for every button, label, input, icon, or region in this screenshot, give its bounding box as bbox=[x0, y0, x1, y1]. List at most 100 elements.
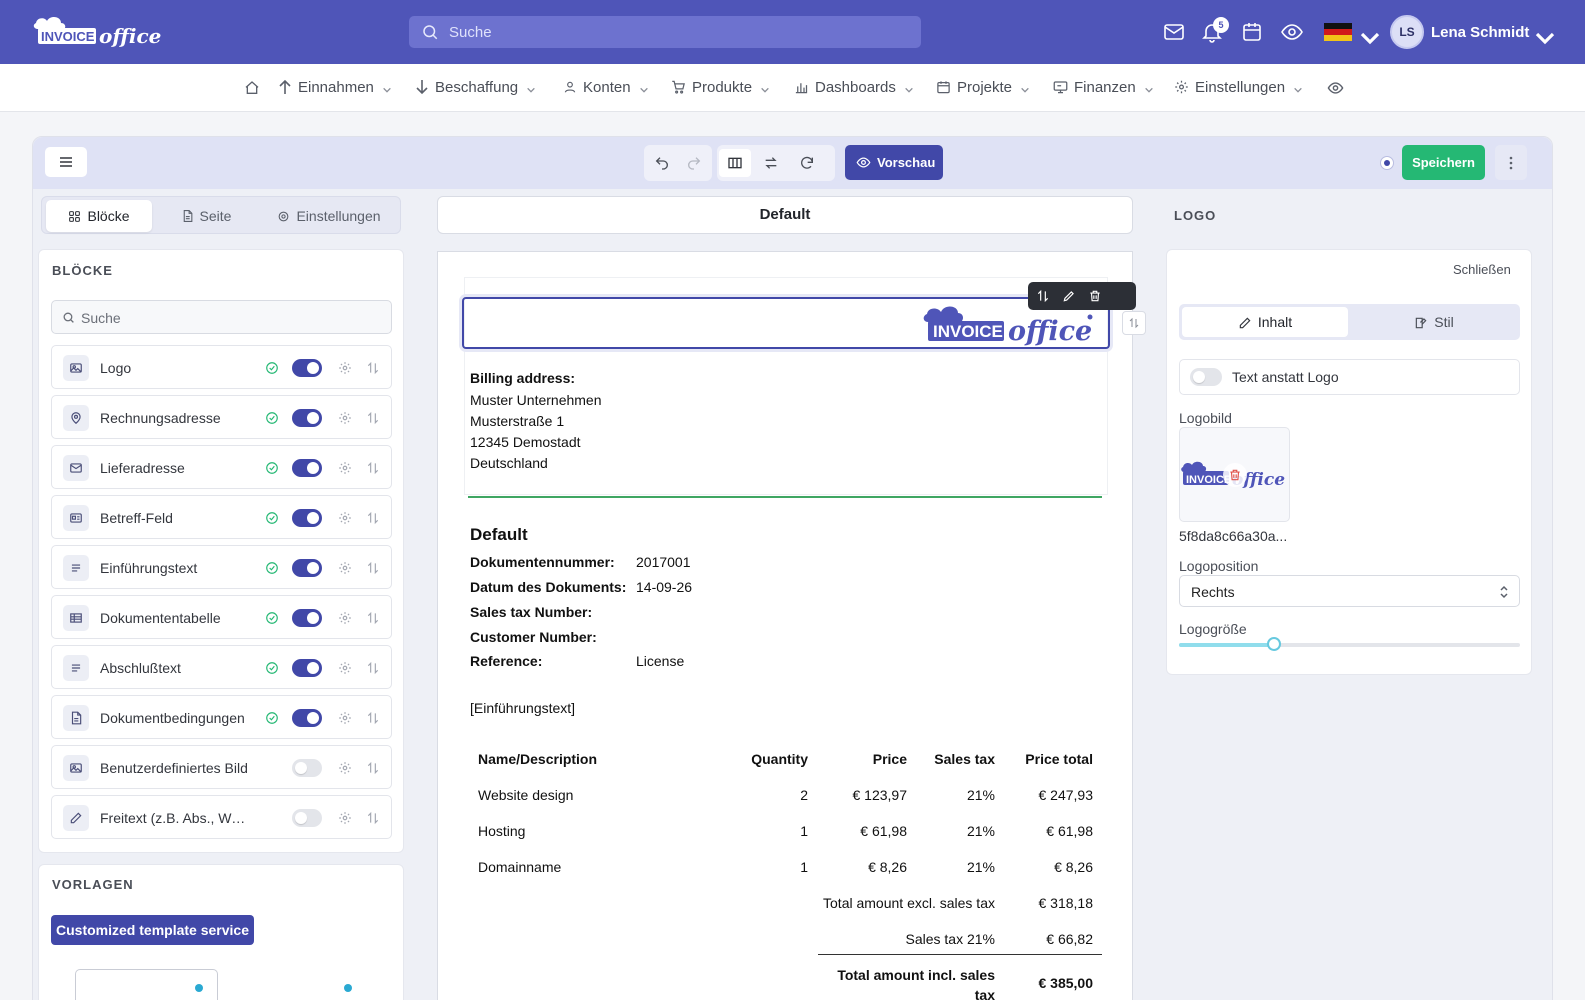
more-options-button[interactable] bbox=[1495, 145, 1527, 180]
gear-icon[interactable] bbox=[338, 611, 352, 625]
block-toggle[interactable] bbox=[292, 659, 322, 677]
menu-produkte[interactable]: Produkte bbox=[671, 79, 770, 97]
block-toggle[interactable] bbox=[292, 559, 322, 577]
move-icon[interactable] bbox=[366, 460, 380, 476]
block-toggle[interactable] bbox=[292, 409, 322, 427]
gear-icon[interactable] bbox=[338, 461, 352, 475]
move-icon[interactable] bbox=[366, 410, 380, 426]
preview-button[interactable]: Vorschau bbox=[845, 145, 943, 180]
move-icon[interactable] bbox=[366, 810, 380, 826]
gear-icon[interactable] bbox=[338, 761, 352, 775]
logo-position-label: Logoposition bbox=[1179, 558, 1259, 574]
text-instead-of-logo-row: Text anstatt Logo bbox=[1179, 359, 1520, 395]
chevron-down-icon[interactable] bbox=[1358, 26, 1382, 50]
logo-image-preview[interactable]: INVOICE office bbox=[1179, 427, 1290, 522]
divider bbox=[818, 954, 1102, 955]
logo-position-select[interactable]: Rechts bbox=[1179, 575, 1520, 607]
menu-einstellungen[interactable]: Einstellungen bbox=[1174, 79, 1303, 97]
block-item[interactable]: Freitext (z.B. Abs., Werbetext) bbox=[51, 795, 392, 839]
slider-handle[interactable] bbox=[1267, 637, 1282, 651]
user-name[interactable]: Lena Schmidt bbox=[1431, 24, 1529, 41]
block-item[interactable]: Logo bbox=[51, 345, 392, 389]
columns-view-button[interactable] bbox=[719, 149, 751, 177]
total-label: Total amount incl. sales tax bbox=[837, 967, 995, 1000]
move-icon[interactable] bbox=[366, 760, 380, 776]
tab-einstellungen[interactable]: Einstellungen bbox=[264, 200, 394, 232]
templates-panel: VORLAGEN Customized template service bbox=[38, 864, 404, 1000]
global-search-input[interactable]: Suche bbox=[409, 16, 921, 48]
move-handle[interactable] bbox=[1122, 311, 1146, 335]
block-item[interactable]: Betreff-Feld bbox=[51, 495, 392, 539]
logo-block[interactable]: INVOICE office bbox=[462, 297, 1110, 349]
blocks-search-input[interactable]: Suche bbox=[51, 300, 392, 334]
menu-projekte[interactable]: Projekte bbox=[936, 79, 1030, 97]
mail-icon[interactable] bbox=[1162, 20, 1186, 44]
tab-seite[interactable]: Seite bbox=[160, 200, 252, 232]
tab-stil[interactable]: Stil bbox=[1351, 307, 1517, 337]
block-toggle[interactable] bbox=[292, 809, 322, 827]
menu-konten[interactable]: Konten bbox=[563, 79, 649, 97]
block-toggle[interactable] bbox=[292, 459, 322, 477]
move-icon[interactable] bbox=[366, 660, 380, 676]
save-button[interactable]: Speichern bbox=[1402, 145, 1485, 180]
block-toggle[interactable] bbox=[292, 759, 322, 777]
hamburger-menu-button[interactable] bbox=[45, 147, 87, 177]
menu-beschaffung[interactable]: Beschaffung bbox=[415, 79, 536, 97]
close-link[interactable]: Schließen bbox=[1453, 262, 1511, 277]
block-item[interactable]: Abschlußtext bbox=[51, 645, 392, 689]
german-flag-icon[interactable] bbox=[1324, 23, 1352, 41]
gear-icon[interactable] bbox=[338, 411, 352, 425]
move-icon[interactable] bbox=[1036, 289, 1050, 303]
block-toggle[interactable] bbox=[292, 609, 322, 627]
menu-finanzen[interactable]: Finanzen bbox=[1053, 79, 1154, 97]
eye-icon[interactable] bbox=[1327, 79, 1344, 97]
undo-button[interactable] bbox=[646, 149, 678, 177]
hamburger-icon bbox=[60, 157, 72, 167]
move-icon[interactable] bbox=[366, 710, 380, 726]
gear-icon[interactable] bbox=[338, 711, 352, 725]
mail-icon bbox=[63, 455, 89, 481]
tab-bloecke[interactable]: Blöcke bbox=[46, 200, 152, 232]
tab-inhalt[interactable]: Inhalt bbox=[1182, 307, 1348, 337]
move-icon[interactable] bbox=[366, 610, 380, 626]
block-item[interactable]: Einführungstext bbox=[51, 545, 392, 589]
id-card-icon bbox=[63, 505, 89, 531]
block-toggle[interactable] bbox=[292, 359, 322, 377]
block-item[interactable]: Lieferadresse bbox=[51, 445, 392, 489]
refresh-button[interactable] bbox=[791, 149, 823, 177]
chevron-down-icon[interactable] bbox=[1533, 26, 1557, 50]
pencil-icon[interactable] bbox=[1062, 289, 1076, 303]
move-icon[interactable] bbox=[366, 560, 380, 576]
customized-template-service-button[interactable]: Customized template service bbox=[51, 915, 254, 945]
block-item[interactable]: Dokumentbedingungen bbox=[51, 695, 392, 739]
gear-icon[interactable] bbox=[338, 661, 352, 675]
text-instead-of-logo-toggle[interactable] bbox=[1190, 368, 1222, 386]
calendar-icon[interactable] bbox=[1240, 20, 1264, 44]
logo-size-slider[interactable] bbox=[1179, 637, 1520, 651]
table-cell: 1 bbox=[800, 859, 808, 875]
redo-button[interactable] bbox=[678, 149, 710, 177]
gear-icon[interactable] bbox=[338, 811, 352, 825]
home-icon[interactable] bbox=[244, 79, 260, 97]
swap-button[interactable] bbox=[755, 149, 787, 177]
gear-icon[interactable] bbox=[338, 361, 352, 375]
block-toggle[interactable] bbox=[292, 509, 322, 527]
gear-icon[interactable] bbox=[338, 561, 352, 575]
move-icon[interactable] bbox=[366, 360, 380, 376]
document-name-field[interactable]: Default bbox=[437, 196, 1133, 234]
trash-icon[interactable] bbox=[1088, 289, 1102, 303]
svg-text:office: office bbox=[99, 24, 161, 48]
kebab-icon bbox=[1509, 156, 1513, 170]
block-item[interactable]: Benutzerdefiniertes Bild bbox=[51, 745, 392, 789]
menu-einnahmen[interactable]: Einnahmen bbox=[278, 79, 392, 97]
remove-logo-button[interactable] bbox=[1223, 463, 1247, 487]
eye-icon[interactable] bbox=[1280, 20, 1304, 44]
invoiceoffice-logo[interactable]: INVOICE office bbox=[32, 14, 177, 50]
gear-icon[interactable] bbox=[338, 511, 352, 525]
block-toggle[interactable] bbox=[292, 709, 322, 727]
block-item[interactable]: Dokumententabelle bbox=[51, 595, 392, 639]
menu-dashboards[interactable]: Dashboards bbox=[794, 79, 914, 97]
move-icon[interactable] bbox=[366, 510, 380, 526]
block-item[interactable]: Rechnungsadresse bbox=[51, 395, 392, 439]
avatar[interactable]: LS bbox=[1390, 15, 1424, 49]
